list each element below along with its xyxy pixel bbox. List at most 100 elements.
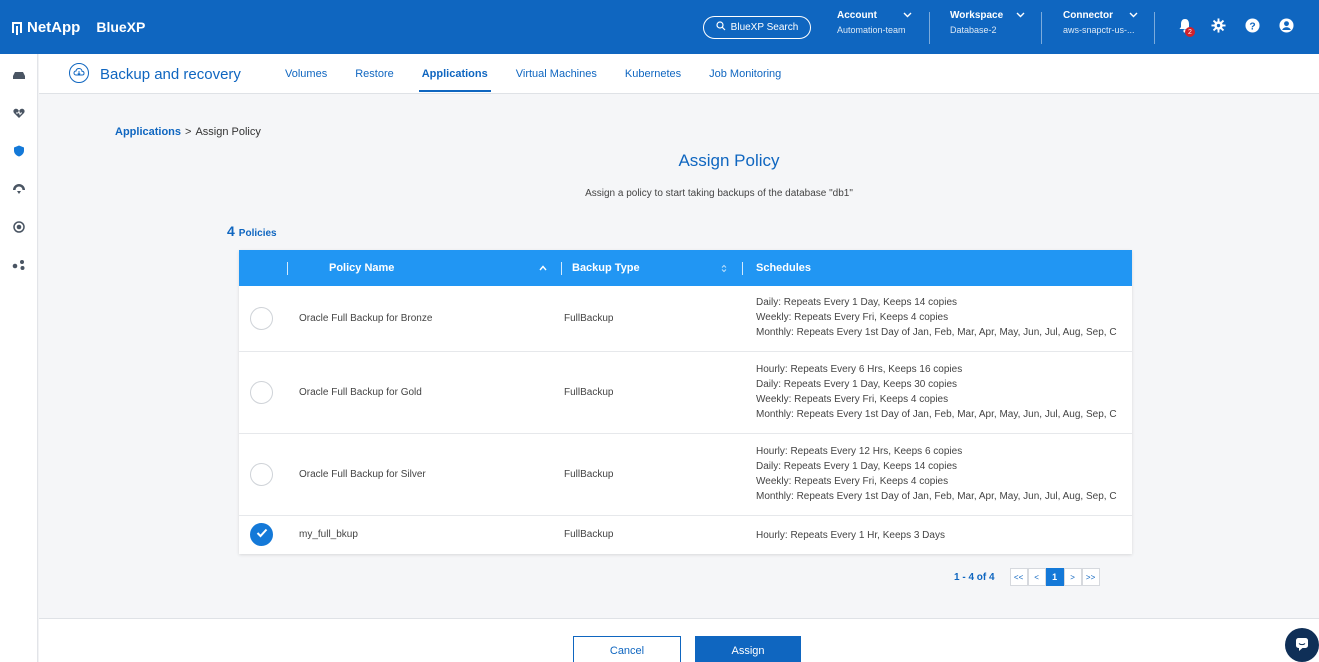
sort-icon[interactable] (721, 250, 727, 286)
notifications-button[interactable]: 2 (1175, 17, 1195, 37)
page-subtitle: Assign a policy to start taking backups … (585, 188, 853, 199)
search-label: BlueXP Search (730, 22, 799, 33)
next-page-button[interactable]: > (1063, 568, 1082, 586)
column-header-schedules: Schedules (756, 262, 812, 274)
notification-badge: 2 (1185, 27, 1195, 37)
gear-icon (1210, 18, 1226, 36)
svg-text:?: ? (1249, 21, 1255, 32)
column-divider (742, 262, 743, 275)
policy-name: my_full_bkup (299, 529, 358, 540)
chevron-down-icon (1129, 10, 1138, 21)
policy-name: Oracle Full Backup for Gold (299, 387, 422, 398)
policies-count-label: Policies (238, 228, 277, 239)
schedule-line: Weekly: Repeats Every Fri, Keeps 4 copie… (756, 394, 949, 405)
policy-radio[interactable] (250, 463, 273, 486)
policy-radio[interactable] (250, 381, 273, 404)
schedule-line: Daily: Repeats Every 1 Day, Keeps 30 cop… (756, 379, 958, 390)
tab-volumes[interactable]: Volumes (285, 54, 327, 94)
settings-button[interactable] (1208, 17, 1228, 37)
extensions-icon[interactable] (9, 255, 29, 275)
schedules: Hourly: Repeats Every 6 Hrs, Keeps 16 co… (756, 362, 1126, 422)
schedule-line: Monthly: Repeats Every 1st Day of Jan, F… (756, 327, 1117, 338)
prev-page-button[interactable]: < (1027, 568, 1046, 586)
table-header: Policy Name Backup Type Schedules (239, 250, 1132, 286)
first-page-button[interactable]: << (1009, 568, 1028, 586)
tab-restore[interactable]: Restore (355, 54, 394, 94)
tab-virtual-machines[interactable]: Virtual Machines (516, 54, 597, 94)
help-icon: ? (1244, 18, 1260, 36)
page-1-button[interactable]: 1 (1045, 568, 1064, 586)
policies-count: 4 Policies (227, 223, 277, 239)
workspace-selector[interactable]: Workspace Database-2 (950, 10, 1030, 44)
chat-support-button[interactable] (1285, 628, 1319, 662)
page-title: Assign Policy (678, 151, 780, 170)
user-icon (1278, 18, 1294, 36)
checkmark-icon (256, 528, 268, 541)
schedule-line: Daily: Repeats Every 1 Day, Keeps 14 cop… (756, 461, 958, 472)
governance-icon[interactable] (9, 217, 29, 237)
column-header-backup-type[interactable]: Backup Type (572, 250, 640, 286)
chevron-down-icon (903, 10, 912, 21)
service-title: Backup and recovery (100, 66, 241, 83)
search-icon (716, 21, 726, 34)
schedule-line: Hourly: Repeats Every 12 Hrs, Keeps 6 co… (756, 446, 963, 457)
column-divider (287, 262, 288, 275)
divider (1154, 12, 1155, 44)
tab-job-monitoring[interactable]: Job Monitoring (709, 54, 781, 94)
table-row[interactable]: Oracle Full Backup for Silver FullBackup… (239, 434, 1132, 516)
connector-selector[interactable]: Connector aws-snapctr-us-... (1063, 10, 1143, 44)
chevron-down-icon (1016, 10, 1025, 21)
last-page-button[interactable]: >> (1081, 568, 1100, 586)
backup-recovery-icon (69, 63, 89, 83)
chat-icon (1294, 636, 1310, 655)
cancel-button[interactable]: Cancel (573, 636, 681, 662)
help-button[interactable]: ? (1242, 17, 1262, 37)
health-icon[interactable] (9, 103, 29, 123)
company-name: NetApp (27, 18, 81, 36)
column-header-policy-name[interactable]: Policy Name (329, 250, 394, 286)
schedule-line: Hourly: Repeats Every 1 Hr, Keeps 3 Days (756, 530, 945, 541)
left-nav-rail (0, 54, 38, 662)
pagination: 1 - 4 of 4 << < 1 > >> (954, 568, 1100, 586)
breadcrumb-applications-link[interactable]: Applications (115, 126, 181, 138)
mobility-icon[interactable] (9, 179, 29, 199)
schedule-line: Weekly: Repeats Every Fri, Keeps 4 copie… (756, 312, 949, 323)
backup-type: FullBackup (564, 469, 614, 480)
divider (929, 12, 930, 44)
schedule-line: Monthly: Repeats Every 1st Day of Jan, F… (756, 409, 1117, 420)
schedule-line: Hourly: Repeats Every 6 Hrs, Keeps 16 co… (756, 364, 963, 375)
breadcrumb: Applications > Assign Policy (115, 126, 261, 138)
backup-type: FullBackup (564, 387, 614, 398)
column-divider (561, 262, 562, 275)
schedule-line: Monthly: Repeats Every 1st Day of Jan, F… (756, 491, 1117, 502)
service-tabs: Volumes Restore Applications Virtual Mac… (285, 54, 809, 94)
schedules: Hourly: Repeats Every 1 Hr, Keeps 3 Days (756, 528, 1126, 543)
user-menu-button[interactable] (1276, 17, 1296, 37)
top-bar: NetApp BlueXP BlueXP Search Account Auto… (0, 0, 1319, 54)
tab-applications[interactable]: Applications (418, 54, 491, 94)
policy-name: Oracle Full Backup for Silver (299, 469, 426, 480)
policies-count-number: 4 (227, 223, 235, 239)
product-name: BlueXP (96, 19, 146, 35)
tab-kubernetes[interactable]: Kubernetes (625, 54, 681, 94)
pagination-range: 1 - 4 of 4 (954, 571, 995, 583)
policy-radio[interactable] (250, 307, 273, 330)
policy-name: Oracle Full Backup for Bronze (299, 313, 433, 324)
policy-radio-selected[interactable] (250, 523, 273, 546)
assign-button[interactable]: Assign (695, 636, 801, 662)
schedules: Hourly: Repeats Every 12 Hrs, Keeps 6 co… (756, 444, 1126, 504)
storage-icon[interactable] (9, 65, 29, 85)
account-value: Automation-team (837, 25, 906, 35)
netapp-logo[interactable]: NetApp (12, 19, 80, 36)
sort-ascending-icon[interactable] (539, 250, 547, 286)
service-header: Backup and recovery Volumes Restore Appl… (39, 54, 1319, 94)
breadcrumb-separator: > (185, 126, 192, 138)
account-selector[interactable]: Account Automation-team (837, 10, 917, 44)
table-row[interactable]: my_full_bkup FullBackup Hourly: Repeats … (239, 516, 1132, 554)
schedules: Daily: Repeats Every 1 Day, Keeps 14 cop… (756, 295, 1126, 340)
connector-value: aws-snapctr-us-... (1063, 25, 1135, 35)
protection-icon[interactable] (9, 141, 29, 161)
table-row[interactable]: Oracle Full Backup for Bronze FullBackup… (239, 286, 1132, 352)
table-row[interactable]: Oracle Full Backup for Gold FullBackup H… (239, 352, 1132, 434)
bluexp-search-button[interactable]: BlueXP Search (703, 16, 811, 39)
